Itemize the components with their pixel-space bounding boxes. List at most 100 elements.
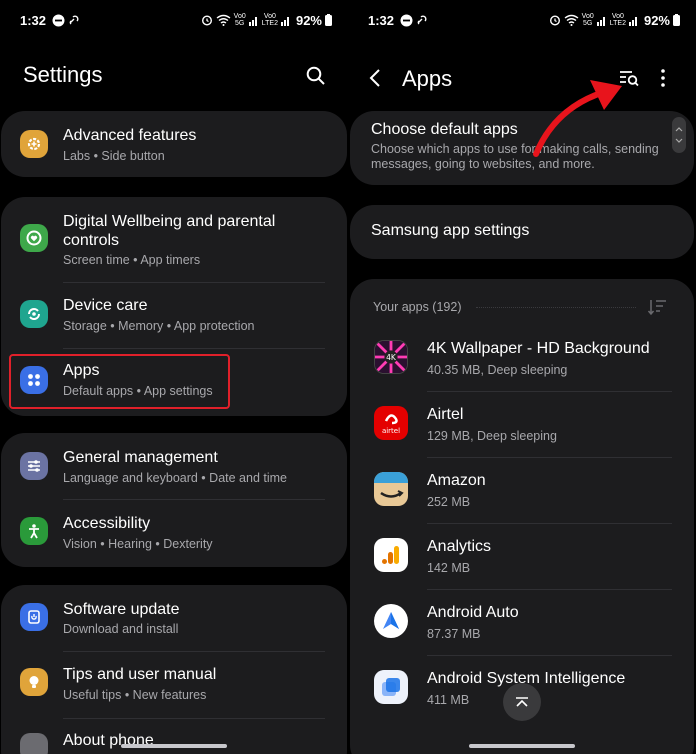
back-arrow-icon: [369, 69, 380, 87]
back-button[interactable]: [368, 68, 382, 88]
setting-subtitle: Download and install: [63, 622, 179, 636]
status-time: 1:32: [20, 12, 47, 28]
settings-group-4: Software update Download and install Tip…: [1, 585, 347, 754]
app-row-android-auto[interactable]: Android Auto 87.37 MB: [350, 590, 694, 656]
more-vert-icon: [661, 69, 665, 87]
setting-advanced-features[interactable]: Advanced features Labs • Side button: [1, 111, 347, 177]
default-apps-title: Choose default apps: [371, 121, 518, 138]
sort-icon: [647, 300, 666, 316]
wifi-icon: [216, 14, 231, 26]
volte-tag-2: Vo0 LTE2: [609, 13, 626, 27]
alarm-icon: [201, 15, 212, 26]
app-row-4k-wallpaper[interactable]: 4K 4K Wallpaper - HD Background 40.35 MB…: [350, 326, 694, 392]
search-button[interactable]: [306, 66, 326, 86]
chevron-up-icon: [675, 127, 683, 132]
signal-icon-2: [628, 16, 637, 26]
page-title: Apps: [402, 66, 453, 91]
battery-percent: 92%: [643, 12, 670, 28]
status-bar: 1:32 Vo0 5G Vo0 LTE2 92%: [0, 0, 348, 40]
samsung-app-settings-card[interactable]: Samsung app settings: [350, 205, 694, 259]
setting-subtitle: Screen time • App timers: [63, 253, 201, 267]
gesture-handle: [469, 744, 575, 748]
app-info: 129 MB, Deep sleeping: [427, 429, 557, 443]
settings-screen: 1:32 Vo0 5G Vo0 LTE2 92% Settings Advanced…: [0, 0, 348, 754]
scroll-to-top-button[interactable]: [503, 683, 541, 721]
svg-text:4K: 4K: [386, 353, 397, 362]
app-info: 142 MB: [427, 561, 471, 575]
alarm-icon: [549, 15, 560, 26]
sort-button[interactable]: [647, 298, 667, 321]
signal-icon: [596, 16, 605, 26]
dnd-icon: [52, 14, 65, 26]
annotation-arrow: [533, 80, 622, 157]
setting-general-management[interactable]: General management Language and keyboard…: [1, 433, 347, 499]
status-time: 1:32: [368, 12, 395, 28]
scroll-up-icon: [516, 697, 528, 707]
battery-icon: [673, 14, 680, 26]
scrollbar-thumb[interactable]: [672, 117, 686, 153]
accessibility-icon: [20, 517, 48, 545]
signal-icon-2: [280, 16, 289, 26]
link-icon: [417, 15, 427, 25]
app-name: Airtel: [427, 406, 464, 423]
link-icon: [69, 15, 79, 25]
settings-group-3: General management Language and keyboard…: [1, 433, 347, 567]
status-bar: 1:32 Vo0 5G Vo0 LTE2 92%: [348, 0, 696, 40]
setting-subtitle: Useful tips • New features: [63, 688, 207, 702]
setting-subtitle: Language and keyboard • Date and time: [63, 471, 287, 485]
volte-tag: Vo0 5G: [233, 13, 246, 27]
setting-subtitle: Storage • Memory • App protection: [63, 319, 255, 333]
sliders-icon: [20, 452, 48, 480]
software-update-icon: [20, 603, 48, 631]
setting-subtitle: Labs • Side button: [63, 149, 165, 163]
setting-title-line2: controls: [63, 232, 120, 249]
android-system-intelligence-app-icon: [374, 670, 408, 704]
airtel-app-icon: airtel: [374, 406, 408, 440]
samsung-app-settings-title: Samsung app settings: [371, 222, 530, 239]
app-info: 252 MB: [427, 495, 471, 509]
your-apps-label: Your apps (192): [373, 300, 462, 314]
amazon-app-icon: [374, 472, 408, 506]
info-icon: [20, 733, 48, 754]
wallpaper-app-icon: 4K: [374, 340, 408, 374]
setting-about-phone[interactable]: About phone: [1, 719, 347, 754]
lightbulb-icon: [20, 668, 48, 696]
setting-tips-user-manual[interactable]: Tips and user manual Useful tips • New f…: [1, 652, 347, 718]
svg-text:airtel: airtel: [382, 427, 400, 435]
default-apps-card[interactable]: Choose default apps Choose which apps to…: [350, 111, 694, 185]
setting-title: Tips and user manual: [63, 666, 217, 683]
app-info: 87.37 MB: [427, 627, 481, 641]
setting-title: General management: [63, 449, 218, 466]
dnd-icon: [400, 14, 413, 26]
apps-screen: 1:32 Vo0 5G Vo0 LTE2 92% Apps Choose defau…: [348, 0, 696, 754]
analytics-app-icon: [374, 538, 408, 572]
device-care-icon: [20, 300, 48, 328]
setting-title: Accessibility: [63, 515, 151, 532]
setting-title-line1: Digital Wellbeing and parental: [63, 213, 276, 230]
app-name: Analytics: [427, 538, 492, 555]
highlight-box: [9, 354, 230, 409]
app-name: Android Auto: [427, 604, 519, 621]
app-row-amazon[interactable]: Amazon 252 MB: [350, 458, 694, 524]
chevron-down-icon: [675, 138, 683, 143]
wellbeing-icon: [20, 224, 48, 252]
setting-accessibility[interactable]: Accessibility Vision • Hearing • Dexteri…: [1, 500, 347, 566]
battery-percent: 92%: [295, 12, 322, 28]
app-info: 40.35 MB, Deep sleeping: [427, 363, 568, 377]
section-divider: [476, 307, 636, 308]
more-options-button[interactable]: [660, 68, 666, 88]
app-name: 4K Wallpaper - HD Background: [427, 340, 650, 357]
volte-tag-2: Vo0 LTE2: [261, 13, 278, 27]
search-icon: [306, 66, 325, 85]
app-row-airtel[interactable]: airtel Airtel 129 MB, Deep sleeping: [350, 392, 694, 458]
setting-digital-wellbeing[interactable]: Digital Wellbeing and parental controls …: [1, 197, 347, 281]
app-row-analytics[interactable]: Analytics 142 MB: [350, 524, 694, 590]
setting-software-update[interactable]: Software update Download and install: [1, 585, 347, 651]
app-name: Amazon: [427, 472, 486, 489]
setting-device-care[interactable]: Device care Storage • Memory • App prote…: [1, 283, 347, 349]
settings-group-1: Advanced features Labs • Side button: [1, 111, 347, 177]
setting-title: Advanced features: [63, 127, 197, 144]
android-auto-app-icon: [374, 604, 408, 638]
signal-icon: [248, 16, 257, 26]
app-info: 411 MB: [427, 693, 470, 707]
